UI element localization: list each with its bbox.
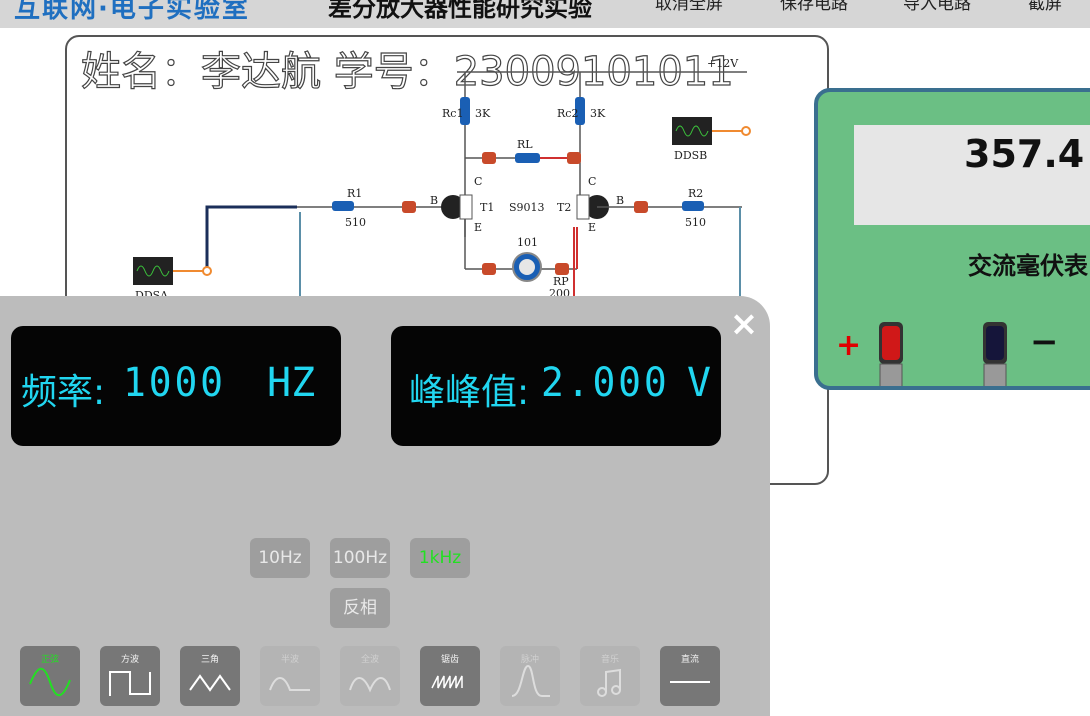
sine-wave-button[interactable]: 正弦 <box>20 646 80 706</box>
amplitude-unit: V <box>687 360 712 406</box>
t1-base-label: B <box>430 194 438 207</box>
sawtooth-wave-button[interactable]: 锯齿 <box>420 646 480 706</box>
menu-exit-fullscreen[interactable]: 取消全屏 <box>655 0 723 14</box>
range-1khz-button[interactable]: 1kHz <box>410 538 470 578</box>
minus-terminal-label: − <box>1030 322 1059 362</box>
sine-wave-icon <box>29 667 71 697</box>
meter-name: 交流毫伏表 <box>968 252 1088 280</box>
experiment-title: 差分放大器性能研究实验 <box>328 0 592 22</box>
black-probe-terminal[interactable] <box>980 322 1010 390</box>
full-wave-icon <box>349 677 391 693</box>
rc1-label: Rc1 <box>442 107 463 120</box>
pulse-wave-icon <box>511 664 550 697</box>
t1-emitter-label: E <box>474 221 482 234</box>
half-wave-button[interactable]: 半波 <box>260 646 320 706</box>
frequency-unit: HZ <box>267 360 316 406</box>
terminal[interactable] <box>555 263 569 275</box>
r1-label: R1 <box>347 187 362 200</box>
supply-label: +12V <box>707 57 739 70</box>
amplitude-label: 峰峰值: <box>409 372 530 413</box>
rc1-value: 3K <box>475 107 491 120</box>
t1-collector-label: C <box>474 175 482 188</box>
plus-terminal-label: + <box>836 328 862 363</box>
ddsb-label: DDSB <box>674 149 707 162</box>
rl-label: RL <box>517 138 533 151</box>
rl-resistor[interactable] <box>515 153 540 163</box>
pot-code: 101 <box>517 236 538 249</box>
full-wave-button[interactable]: 全波 <box>340 646 400 706</box>
terminal[interactable] <box>402 201 416 213</box>
dc-button[interactable]: 直流 <box>660 646 720 706</box>
ac-millivoltmeter: 357.4 交流毫伏表 + − <box>814 88 1090 390</box>
close-icon[interactable]: × <box>728 307 760 341</box>
dc-icon <box>670 681 710 683</box>
red-probe-terminal[interactable] <box>876 322 906 390</box>
t2-base-label: B <box>616 194 624 207</box>
music-button[interactable]: 音乐 <box>580 646 640 706</box>
meter-reading: 357.4 <box>964 132 1085 176</box>
transistor-model: S9013 <box>509 201 545 214</box>
menu-save-circuit[interactable]: 保存电路 <box>780 0 848 14</box>
music-icon <box>597 668 621 697</box>
menu-screenshot[interactable]: 截屏 <box>1028 0 1062 14</box>
invert-button[interactable]: 反相 <box>330 588 390 628</box>
square-wave-icon <box>109 671 151 696</box>
rc2-value: 3K <box>590 107 606 120</box>
triangle-wave-icon <box>189 674 231 692</box>
amplitude-value: 2.000 <box>541 360 670 406</box>
half-wave-icon <box>269 677 310 691</box>
t2-label: T2 <box>557 201 571 214</box>
menu-import-circuit[interactable]: 导入电路 <box>903 0 971 14</box>
terminal[interactable] <box>634 201 648 213</box>
t2-collector-label: C <box>588 175 596 188</box>
r1-value: 510 <box>345 216 366 229</box>
r2-label: R2 <box>688 187 703 200</box>
range-100hz-button[interactable]: 100Hz <box>330 538 390 578</box>
frequency-value: 1000 <box>123 360 226 406</box>
t1-label: T1 <box>480 201 494 214</box>
t2-emitter-label: E <box>588 221 596 234</box>
top-bar: 互联网·电子实验室 差分放大器性能研究实验 取消全屏 保存电路 导入电路 截屏 <box>0 0 1090 28</box>
signal-generator-panel: × 频率: 1000 HZ 峰峰值: 2.000 V 10Hz 100Hz 1k… <box>0 296 770 716</box>
pulse-wave-button[interactable]: 脉冲 <box>500 646 560 706</box>
r2-resistor[interactable] <box>682 201 704 211</box>
frequency-display: 频率: 1000 HZ <box>11 326 341 446</box>
terminal[interactable] <box>567 152 581 164</box>
square-wave-button[interactable]: 方波 <box>100 646 160 706</box>
frequency-label: 频率: <box>21 372 106 413</box>
terminal[interactable] <box>482 152 496 164</box>
r1-resistor[interactable] <box>332 201 354 211</box>
range-10hz-button[interactable]: 10Hz <box>250 538 310 578</box>
brand-logo: 互联网·电子实验室 <box>14 0 250 24</box>
rc2-label: Rc2 <box>557 107 578 120</box>
sawtooth-wave-icon <box>431 675 463 689</box>
r2-value: 510 <box>685 216 706 229</box>
amplitude-display: 峰峰值: 2.000 V <box>391 326 721 446</box>
terminal[interactable] <box>482 263 496 275</box>
triangle-wave-button[interactable]: 三角 <box>180 646 240 706</box>
